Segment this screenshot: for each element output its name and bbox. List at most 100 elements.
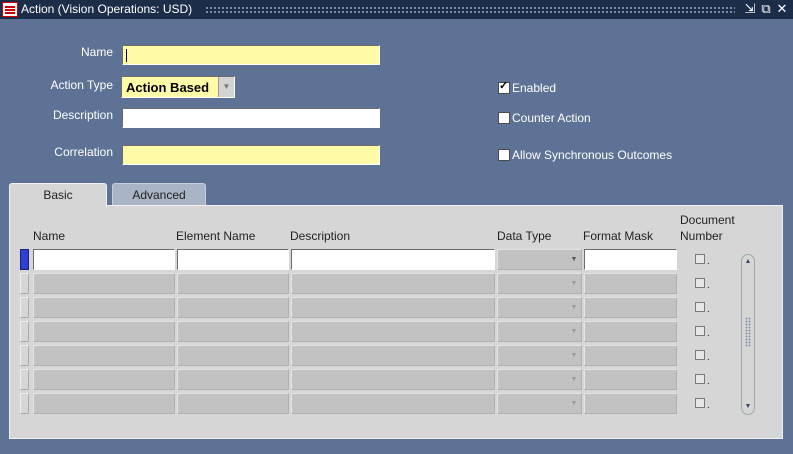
cell-format-mask[interactable] [584, 249, 677, 270]
cell-element-name[interactable] [177, 273, 289, 294]
cell-description[interactable] [291, 297, 495, 318]
row-selector[interactable] [20, 321, 29, 342]
scroll-thumb[interactable] [745, 317, 751, 347]
cell-description[interactable] [291, 369, 495, 390]
cell-name[interactable] [33, 321, 175, 342]
chevron-down-icon[interactable]: ▼ [567, 394, 581, 413]
col-header-name: Name [33, 229, 66, 243]
oracle-logo-icon [2, 2, 18, 17]
cell-element-name[interactable] [177, 249, 289, 270]
row-selector[interactable] [20, 369, 29, 390]
cell-format-mask[interactable] [584, 369, 677, 390]
col-header-format-mask: Format Mask [583, 229, 654, 243]
cell-format-mask[interactable] [584, 321, 677, 342]
tab-advanced[interactable]: Advanced [112, 183, 206, 206]
counter-action-checkbox-row[interactable]: Counter Action [498, 111, 591, 125]
close-icon[interactable]: ✕ [775, 1, 789, 17]
document-number-checkbox[interactable] [695, 278, 705, 288]
cell-name[interactable] [33, 369, 175, 390]
row-dot: . [707, 328, 710, 339]
row-dot: . [707, 304, 710, 315]
cell-data-type[interactable]: ▼ [497, 369, 582, 390]
name-field[interactable] [122, 45, 380, 65]
action-window: Action (Vision Operations: USD) ⇲ ⧉ ✕ Na… [0, 0, 793, 454]
chevron-down-icon[interactable]: ▼ [218, 77, 234, 97]
row-dot: . [707, 256, 710, 267]
document-number-checkbox[interactable] [695, 302, 705, 312]
document-number-checkbox[interactable] [695, 350, 705, 360]
cell-data-type[interactable]: ▼ [497, 249, 582, 270]
cell-element-name[interactable] [177, 345, 289, 366]
cell-name[interactable] [33, 249, 175, 270]
correlation-label: Correlation [54, 145, 113, 159]
text-cursor [126, 49, 127, 62]
enabled-label: Enabled [512, 81, 557, 95]
row-dot: . [707, 280, 710, 291]
vertical-scrollbar[interactable]: ▲ ▼ [741, 254, 755, 415]
row-selector[interactable] [20, 393, 29, 414]
cell-data-type[interactable]: ▼ [497, 297, 582, 318]
cell-data-type[interactable]: ▼ [497, 345, 582, 366]
chevron-down-icon[interactable]: ▼ [567, 346, 581, 365]
cell-format-mask[interactable] [584, 273, 677, 294]
cell-format-mask[interactable] [584, 393, 677, 414]
scroll-up-icon[interactable]: ▲ [743, 256, 753, 268]
col-header-document-number-line2: Number [680, 229, 723, 243]
cell-name[interactable] [33, 273, 175, 294]
document-number-checkbox[interactable] [695, 326, 705, 336]
col-header-element-name: Element Name [176, 229, 256, 243]
chevron-down-icon[interactable]: ▼ [567, 322, 581, 341]
cell-element-name[interactable] [177, 321, 289, 342]
chevron-down-icon[interactable]: ▼ [567, 370, 581, 389]
cell-format-mask[interactable] [584, 345, 677, 366]
chevron-down-icon[interactable]: ▼ [567, 250, 581, 269]
cell-data-type[interactable]: ▼ [497, 321, 582, 342]
chevron-down-icon[interactable]: ▼ [567, 298, 581, 317]
enabled-checkbox-row[interactable]: Enabled [498, 79, 557, 95]
title-bar[interactable]: Action (Vision Operations: USD) ⇲ ⧉ ✕ [0, 0, 793, 19]
cell-description[interactable] [291, 321, 495, 342]
cell-element-name[interactable] [177, 393, 289, 414]
row-selector[interactable] [20, 297, 29, 318]
row-selector[interactable] [20, 273, 29, 294]
cell-name[interactable] [33, 297, 175, 318]
col-header-document-number-line1: Document [680, 213, 735, 227]
minimize-icon[interactable]: ⇲ [743, 1, 757, 17]
col-header-data-type: Data Type [497, 229, 552, 243]
allow-sync-checkbox-row[interactable]: Allow Synchronous Outcomes [498, 148, 672, 162]
row-selector[interactable] [20, 249, 29, 270]
cell-data-type[interactable]: ▼ [497, 393, 582, 414]
cell-description[interactable] [291, 249, 495, 270]
document-number-checkbox[interactable] [695, 374, 705, 384]
cell-name[interactable] [33, 393, 175, 414]
maximize-icon[interactable]: ⧉ [759, 1, 773, 17]
row-dot: . [707, 352, 710, 363]
action-type-value: Action Based [126, 80, 210, 95]
cell-data-type[interactable]: ▼ [497, 273, 582, 294]
row-dot: . [707, 400, 710, 411]
title-bar-grip [205, 6, 735, 13]
cell-element-name[interactable] [177, 369, 289, 390]
document-number-checkbox[interactable] [695, 398, 705, 408]
cell-description[interactable] [291, 393, 495, 414]
cell-name[interactable] [33, 345, 175, 366]
action-type-label: Action Type [50, 78, 113, 92]
col-header-description: Description [290, 229, 351, 243]
allow-sync-checkbox[interactable] [498, 148, 510, 161]
chevron-down-icon[interactable]: ▼ [567, 274, 581, 293]
cell-format-mask[interactable] [584, 297, 677, 318]
cell-description[interactable] [291, 345, 495, 366]
document-number-checkbox[interactable] [695, 254, 705, 264]
counter-action-label: Counter Action [512, 111, 591, 125]
row-selector[interactable] [20, 345, 29, 366]
enabled-checkbox[interactable] [498, 79, 510, 94]
cell-element-name[interactable] [177, 297, 289, 318]
description-field[interactable] [122, 108, 380, 128]
cell-description[interactable] [291, 273, 495, 294]
action-type-select[interactable]: Action Based ▼ [121, 76, 235, 98]
counter-action-checkbox[interactable] [498, 111, 510, 124]
tab-basic[interactable]: Basic [9, 183, 107, 207]
scroll-down-icon[interactable]: ▼ [743, 401, 753, 413]
window-title: Action (Vision Operations: USD) [21, 2, 193, 16]
correlation-field[interactable] [122, 145, 380, 165]
